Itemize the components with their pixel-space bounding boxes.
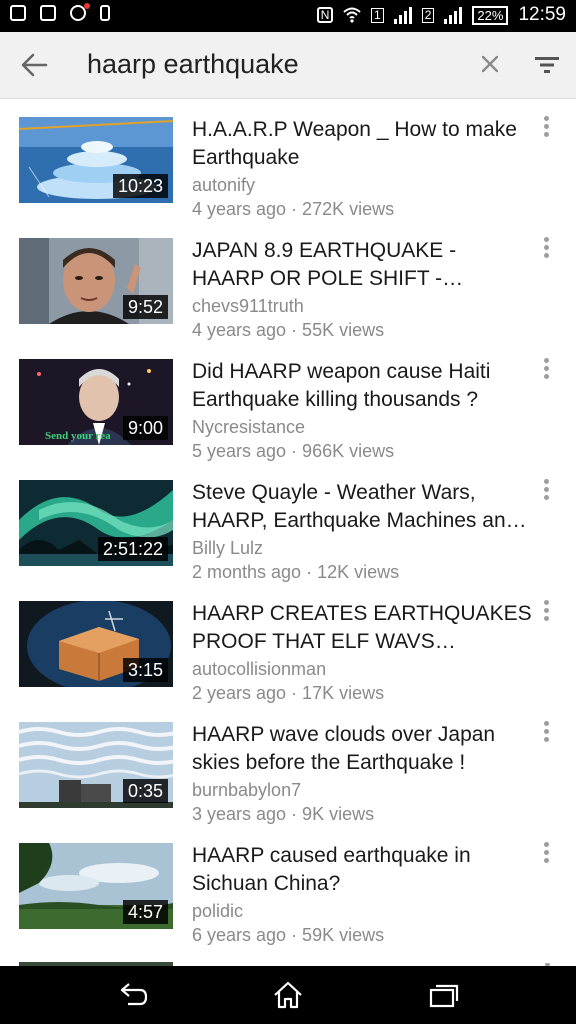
more-vert-icon[interactable] bbox=[536, 116, 556, 140]
video-result[interactable]: 9:52 JAPAN 8.9 EARTHQUAKE - HAARP OR POL… bbox=[0, 219, 576, 340]
video-thumbnail[interactable]: 4:57 bbox=[19, 843, 173, 929]
navigation-bar bbox=[0, 966, 576, 1024]
close-icon[interactable] bbox=[478, 52, 502, 76]
channel-name: Nycresistance bbox=[192, 417, 306, 437]
more-vert-icon[interactable] bbox=[536, 237, 556, 261]
back-arrow-icon[interactable] bbox=[20, 52, 48, 78]
video-meta: 4 years ago · 272K views bbox=[192, 199, 395, 219]
notification-icons bbox=[10, 3, 110, 21]
video-thumbnail[interactable]: 9:52 bbox=[19, 238, 173, 324]
system-indicators: N 1 2 22% 12:59 bbox=[317, 4, 566, 26]
channel-name: autocollisionman bbox=[192, 659, 327, 679]
search-query-input[interactable]: haarp earthquake bbox=[87, 49, 299, 80]
video-duration: 9:52 bbox=[122, 295, 168, 319]
video-result[interactable]: Send your rea 9:00 Did HAARP weapon caus… bbox=[0, 340, 576, 461]
signal2-icon bbox=[444, 6, 463, 24]
battery-indicator: 22% bbox=[472, 5, 509, 25]
video-meta: 3 years ago · 9K views bbox=[192, 804, 375, 824]
video-title[interactable]: Did HAARP weapon cause Haiti Earthquake … bbox=[192, 358, 532, 414]
more-vert-icon[interactable] bbox=[536, 479, 556, 503]
channel-name: Billy Lulz bbox=[192, 538, 264, 558]
video-thumbnail[interactable]: 2:51:22 bbox=[19, 480, 173, 566]
more-vert-icon[interactable] bbox=[536, 358, 556, 382]
video-title[interactable]: Steve Quayle - Weather Wars, HAARP, Eart… bbox=[192, 479, 532, 535]
more-vert-icon[interactable] bbox=[536, 600, 556, 624]
sim2-badge: 2 bbox=[421, 7, 435, 23]
recents-icon[interactable] bbox=[427, 980, 461, 1010]
video-thumbnail[interactable]: 0:35 bbox=[19, 722, 173, 808]
video-meta: 6 years ago · 59K views bbox=[192, 925, 385, 945]
phone-icon bbox=[100, 5, 110, 21]
video-result[interactable]: 2:51:22 Steve Quayle - Weather Wars, HAA… bbox=[0, 461, 576, 582]
video-thumbnail[interactable]: Send your rea 9:00 bbox=[19, 359, 173, 445]
more-vert-icon[interactable] bbox=[536, 842, 556, 866]
video-result[interactable]: 3:15 HAARP CREATES EARTHQUAKES PROOF THA… bbox=[0, 582, 576, 703]
home-icon[interactable] bbox=[271, 980, 305, 1010]
sim1-badge: 1 bbox=[371, 7, 384, 23]
channel-name: chevs911truth bbox=[192, 296, 304, 316]
video-duration: 10:23 bbox=[112, 174, 168, 198]
channel-name: polidic bbox=[192, 901, 244, 921]
app-notification-icon bbox=[40, 5, 56, 21]
video-title[interactable]: HAARP CREATES EARTHQUAKES PROOF THAT ELF… bbox=[192, 600, 532, 656]
video-duration: 2:51:22 bbox=[97, 537, 168, 561]
back-icon[interactable] bbox=[116, 980, 150, 1010]
wifi-icon bbox=[343, 7, 361, 23]
video-thumbnail[interactable]: 3:15 bbox=[19, 601, 173, 687]
status-bar: N 1 2 22% 12:59 bbox=[0, 0, 576, 32]
signal1-icon bbox=[393, 6, 412, 24]
video-duration: 4:57 bbox=[122, 900, 168, 924]
chat-notification-icon bbox=[70, 3, 90, 21]
more-vert-icon[interactable] bbox=[536, 721, 556, 745]
video-duration: 0:35 bbox=[122, 779, 168, 803]
thumbnail-caption: Send your rea bbox=[45, 430, 111, 442]
video-meta: 2 years ago · 17K views bbox=[192, 683, 385, 703]
video-title[interactable]: HAARP caused earthquake in Sichuan China… bbox=[192, 842, 532, 898]
video-title[interactable]: HAARP wave clouds over Japan skies befor… bbox=[192, 721, 532, 777]
video-thumbnail[interactable]: 10:23 bbox=[19, 117, 173, 203]
message-icon bbox=[10, 5, 26, 21]
channel-name: autonify bbox=[192, 175, 256, 195]
video-result[interactable]: 10:23 H.A.A.R.P Weapon _ How to make Ear… bbox=[0, 98, 576, 219]
search-header: haarp earthquake bbox=[0, 32, 576, 99]
video-duration: 9:00 bbox=[122, 416, 168, 440]
nfc-icon: N bbox=[317, 7, 334, 23]
filter-icon[interactable] bbox=[534, 54, 560, 76]
video-meta: 5 years ago · 966K views bbox=[192, 441, 395, 461]
video-title[interactable]: H.A.A.R.P Weapon _ How to make Earthquak… bbox=[192, 116, 532, 172]
channel-name: burnbabylon7 bbox=[192, 780, 302, 800]
clock: 12:59 bbox=[518, 4, 566, 25]
video-result[interactable]: 0:35 HAARP wave clouds over Japan skies … bbox=[0, 703, 576, 824]
video-meta: 2 months ago · 12K views bbox=[192, 562, 400, 582]
video-duration: 3:15 bbox=[122, 658, 168, 682]
video-meta: 4 years ago · 55K views bbox=[192, 320, 385, 340]
video-result[interactable]: 4:57 HAARP caused earthquake in Sichuan … bbox=[0, 824, 576, 945]
video-title[interactable]: JAPAN 8.9 EARTHQUAKE - HAARP OR POLE SHI… bbox=[192, 237, 532, 293]
